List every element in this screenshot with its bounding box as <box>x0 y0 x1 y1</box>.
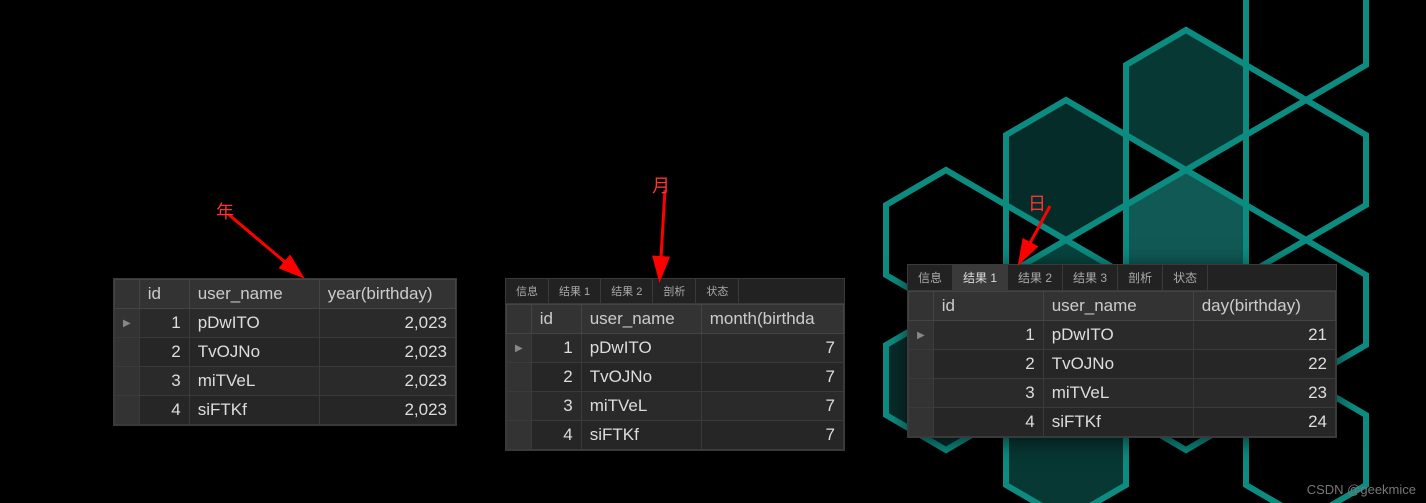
row-selector-header <box>507 305 532 334</box>
row-selector[interactable] <box>507 392 532 421</box>
cell-month[interactable]: 7 <box>701 421 843 450</box>
table-row[interactable]: 4 siFTKf 2,023 <box>115 396 456 425</box>
col-month[interactable]: month(birthda <box>701 305 843 334</box>
cell-month[interactable]: 7 <box>701 334 843 363</box>
annotation-year: 年 <box>216 198 234 224</box>
cell-user-name[interactable]: siFTKf <box>189 396 319 425</box>
row-selector[interactable] <box>507 421 532 450</box>
cell-day[interactable]: 21 <box>1193 321 1335 350</box>
tab-result-1[interactable]: 结果 1 <box>549 279 601 303</box>
cell-user-name[interactable]: siFTKf <box>581 421 701 450</box>
table-header-row: id user_name day(birthday) <box>909 292 1336 321</box>
cell-year[interactable]: 2,023 <box>319 367 455 396</box>
table-body-month: ▶ 1 pDwITO 7 2 TvOJNo 7 3 miTVeL 7 4 siF… <box>507 334 844 450</box>
cell-id[interactable]: 3 <box>933 379 1043 408</box>
col-user-name[interactable]: user_name <box>581 305 701 334</box>
table-row[interactable]: ▶ 1 pDwITO 21 <box>909 321 1336 350</box>
col-id[interactable]: id <box>139 280 189 309</box>
cell-month[interactable]: 7 <box>701 363 843 392</box>
result-table-month: id user_name month(birthda ▶ 1 pDwITO 7 … <box>506 304 844 450</box>
row-selector[interactable] <box>909 350 934 379</box>
cell-id[interactable]: 1 <box>139 309 189 338</box>
table-row[interactable]: 3 miTVeL 23 <box>909 379 1336 408</box>
row-selector-icon[interactable]: ▶ <box>909 321 934 350</box>
result-table-day: id user_name day(birthday) ▶ 1 pDwITO 21… <box>908 291 1336 437</box>
cell-user-name[interactable]: miTVeL <box>581 392 701 421</box>
tab-result-1[interactable]: 结果 1 <box>953 265 1008 290</box>
tab-profile[interactable]: 剖析 <box>1118 265 1163 290</box>
cell-id[interactable]: 3 <box>139 367 189 396</box>
table-row[interactable]: ▶ 1 pDwITO 2,023 <box>115 309 456 338</box>
tab-status[interactable]: 状态 <box>1163 265 1208 290</box>
row-selector[interactable] <box>115 367 140 396</box>
watermark: CSDN @geekmice <box>1307 482 1416 497</box>
cell-user-name[interactable]: miTVeL <box>189 367 319 396</box>
cell-id[interactable]: 2 <box>933 350 1043 379</box>
cell-user-name[interactable]: pDwITO <box>1043 321 1193 350</box>
cell-id[interactable]: 4 <box>531 421 581 450</box>
cell-user-name[interactable]: TvOJNo <box>581 363 701 392</box>
table-row[interactable]: 4 siFTKf 24 <box>909 408 1336 437</box>
cell-user-name[interactable]: TvOJNo <box>189 338 319 367</box>
table-row[interactable]: 3 miTVeL 7 <box>507 392 844 421</box>
table-row[interactable]: 2 TvOJNo 22 <box>909 350 1336 379</box>
col-year[interactable]: year(birthday) <box>319 280 455 309</box>
result-table-year: id user_name year(birthday) ▶ 1 pDwITO 2… <box>114 279 456 425</box>
row-selector[interactable] <box>115 396 140 425</box>
table-row[interactable]: 2 TvOJNo 7 <box>507 363 844 392</box>
cell-user-name[interactable]: pDwITO <box>581 334 701 363</box>
table-body-day: ▶ 1 pDwITO 21 2 TvOJNo 22 3 miTVeL 23 4 … <box>909 321 1336 437</box>
annotation-month: 月 <box>652 172 670 198</box>
row-selector[interactable] <box>115 338 140 367</box>
cell-year[interactable]: 2,023 <box>319 309 455 338</box>
tab-status[interactable]: 状态 <box>696 279 739 303</box>
col-user-name[interactable]: user_name <box>1043 292 1193 321</box>
cell-day[interactable]: 23 <box>1193 379 1335 408</box>
cell-id[interactable]: 3 <box>531 392 581 421</box>
cell-id[interactable]: 2 <box>139 338 189 367</box>
row-selector[interactable] <box>909 408 934 437</box>
table-row[interactable]: 4 siFTKf 7 <box>507 421 844 450</box>
result-panel-day: 信息 结果 1 结果 2 结果 3 剖析 状态 id user_name day… <box>907 264 1337 438</box>
table-body-year: ▶ 1 pDwITO 2,023 2 TvOJNo 2,023 3 miTVeL… <box>115 309 456 425</box>
cell-year[interactable]: 2,023 <box>319 396 455 425</box>
result-panel-month: 信息 结果 1 结果 2 剖析 状态 id user_name month(bi… <box>505 278 845 451</box>
col-id[interactable]: id <box>531 305 581 334</box>
tab-info[interactable]: 信息 <box>908 265 953 290</box>
arrow-month <box>640 184 700 284</box>
row-selector-header <box>909 292 934 321</box>
cell-day[interactable]: 22 <box>1193 350 1335 379</box>
col-day[interactable]: day(birthday) <box>1193 292 1335 321</box>
tab-info[interactable]: 信息 <box>506 279 549 303</box>
cell-id[interactable]: 4 <box>139 396 189 425</box>
cell-user-name[interactable]: miTVeL <box>1043 379 1193 408</box>
col-id[interactable]: id <box>933 292 1043 321</box>
cell-id[interactable]: 2 <box>531 363 581 392</box>
cell-user-name[interactable]: siFTKf <box>1043 408 1193 437</box>
table-row[interactable]: 3 miTVeL 2,023 <box>115 367 456 396</box>
cell-id[interactable]: 4 <box>933 408 1043 437</box>
result-panel-year: id user_name year(birthday) ▶ 1 pDwITO 2… <box>113 278 457 426</box>
cell-id[interactable]: 1 <box>933 321 1043 350</box>
cell-month[interactable]: 7 <box>701 392 843 421</box>
row-selector-header <box>115 280 140 309</box>
cell-day[interactable]: 24 <box>1193 408 1335 437</box>
cell-user-name[interactable]: TvOJNo <box>1043 350 1193 379</box>
cell-year[interactable]: 2,023 <box>319 338 455 367</box>
annotation-day: 日 <box>1028 190 1046 216</box>
table-header-row: id user_name month(birthda <box>507 305 844 334</box>
row-selector[interactable] <box>507 363 532 392</box>
row-selector[interactable] <box>909 379 934 408</box>
table-row[interactable]: 2 TvOJNo 2,023 <box>115 338 456 367</box>
tab-result-3[interactable]: 结果 3 <box>1063 265 1118 290</box>
table-row[interactable]: ▶ 1 pDwITO 7 <box>507 334 844 363</box>
cell-id[interactable]: 1 <box>531 334 581 363</box>
tabs-bar-day: 信息 结果 1 结果 2 结果 3 剖析 状态 <box>908 265 1336 291</box>
row-selector-icon[interactable]: ▶ <box>115 309 140 338</box>
cell-user-name[interactable]: pDwITO <box>189 309 319 338</box>
row-selector-icon[interactable]: ▶ <box>507 334 532 363</box>
